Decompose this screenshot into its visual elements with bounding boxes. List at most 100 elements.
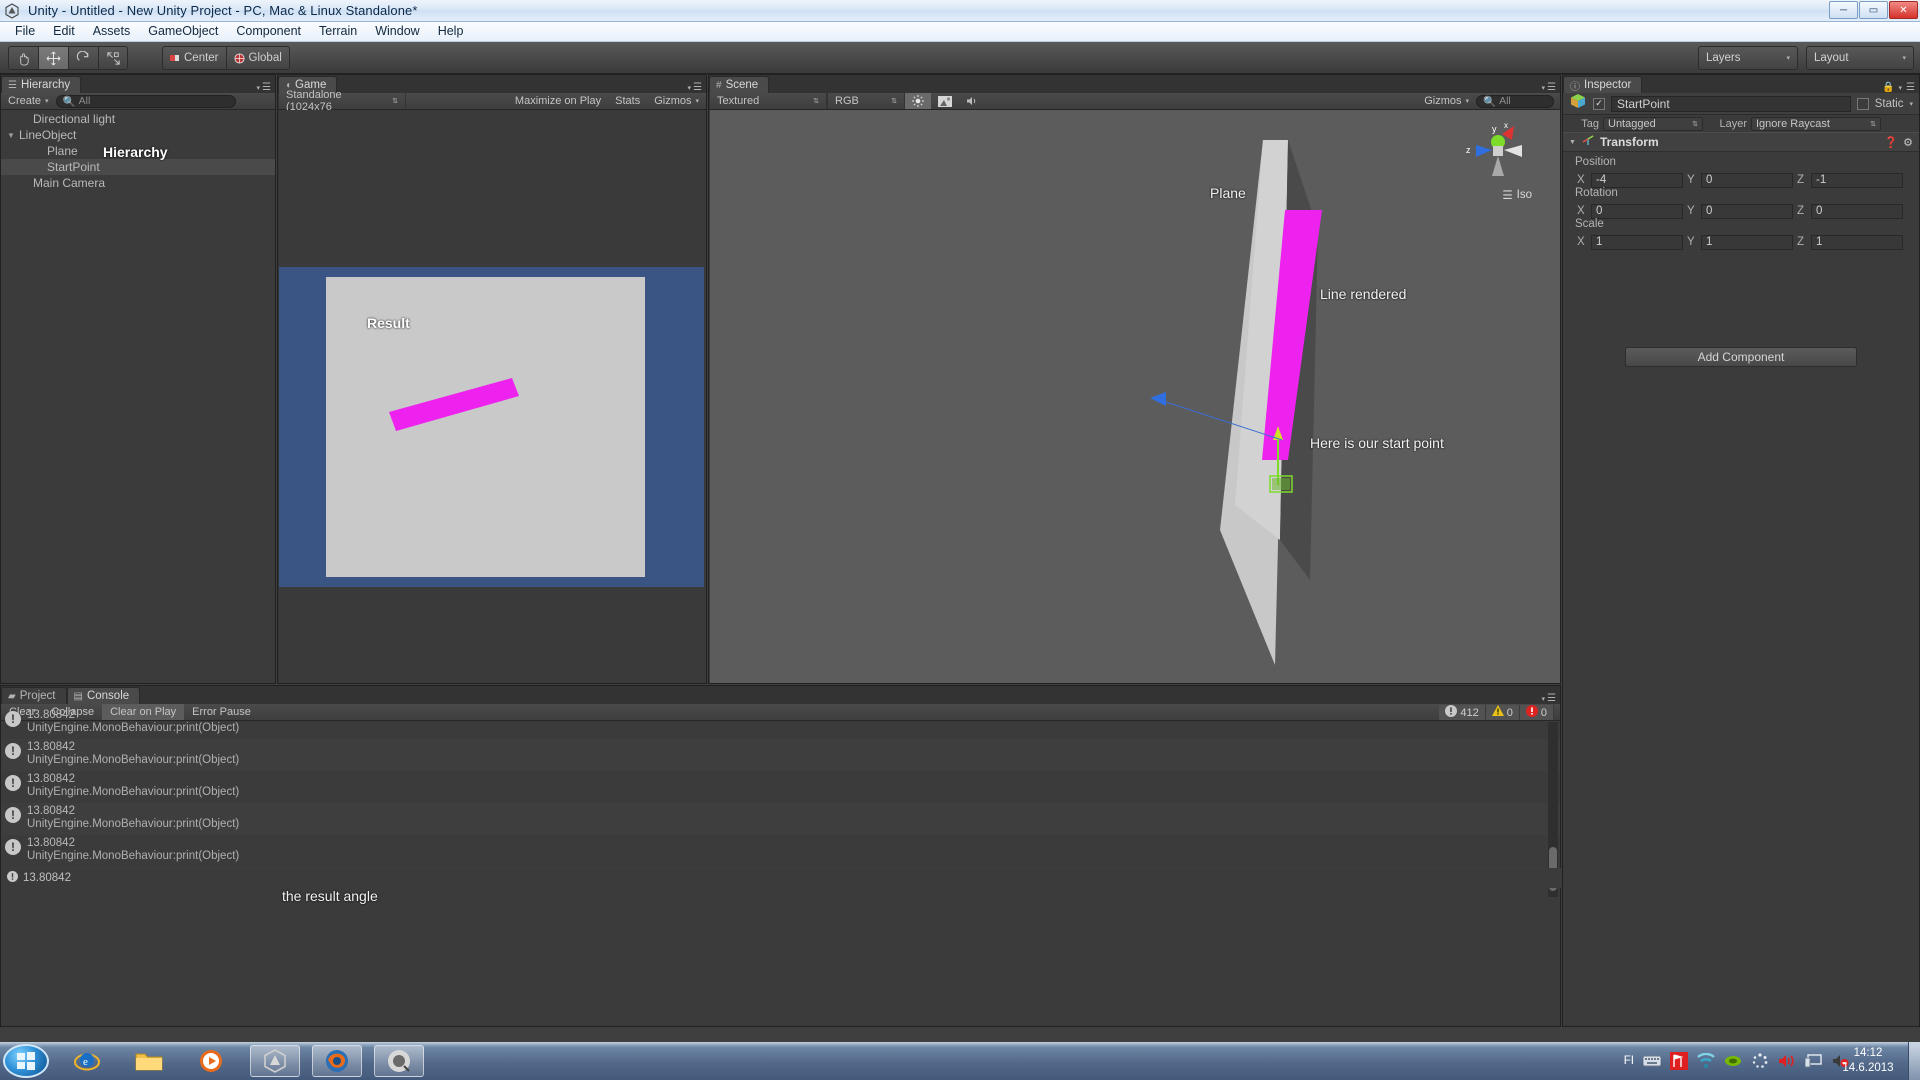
transform-position-x-field[interactable]: -4: [1591, 172, 1683, 188]
menu-item-help[interactable]: Help: [429, 22, 473, 41]
taskbar-firefox-icon[interactable]: [312, 1045, 362, 1077]
menu-item-edit[interactable]: Edit: [44, 22, 84, 41]
scene-axis-gizmo[interactable]: y x z: [1462, 116, 1532, 186]
taskbar-unity-icon[interactable]: [250, 1045, 300, 1077]
minimize-button[interactable]: ─: [1829, 1, 1858, 19]
layers-dropdown[interactable]: Layers ▾: [1698, 46, 1798, 70]
menu-item-component[interactable]: Component: [227, 22, 310, 41]
game-gizmos-label: Gizmos: [654, 95, 692, 107]
chevron-down-icon[interactable]: ▾: [1909, 100, 1913, 108]
scene-search-input[interactable]: 🔍 All: [1476, 94, 1554, 108]
resolution-dropdown[interactable]: Standalone (1024x76 ⇅: [278, 89, 406, 113]
menu-item-assets[interactable]: Assets: [84, 22, 140, 41]
lock-icon[interactable]: 🔒: [1882, 82, 1894, 93]
game-gizmos-dropdown[interactable]: Gizmos ▾: [647, 93, 706, 109]
game-viewport[interactable]: Result: [279, 110, 706, 683]
tab-project[interactable]: ▰ Project: [1, 687, 67, 704]
console-log-row[interactable]: ! 13.80842UnityEngine.MonoBehaviour:print…: [1, 835, 1560, 867]
show-desktop-button[interactable]: [1908, 1042, 1920, 1080]
chevron-down-icon[interactable]: ▼: [1569, 139, 1576, 146]
maximize-button[interactable]: ▭: [1859, 1, 1888, 19]
transform-rotation-x-field[interactable]: 0: [1591, 203, 1683, 219]
scene-gizmos-dropdown[interactable]: Gizmos ▾: [1417, 93, 1476, 109]
hierarchy-menu-button[interactable]: ▾ ☰: [257, 82, 275, 93]
scene-viewport[interactable]: y x z ☰ Iso Plane Line rendered Here is …: [710, 110, 1560, 683]
maximize-on-play-button[interactable]: Maximize on Play: [508, 93, 608, 109]
lighting-toggle-button[interactable]: [905, 93, 931, 109]
tag-dropdown[interactable]: Untagged ⇅: [1603, 116, 1703, 131]
menu-item-file[interactable]: File: [6, 22, 44, 41]
transform-position-y-field[interactable]: 0: [1701, 172, 1793, 188]
hierarchy-item-startpoint[interactable]: StartPoint: [1, 159, 275, 175]
transform-scale-y-field[interactable]: 1: [1701, 234, 1793, 250]
audio-toggle-button[interactable]: [959, 93, 986, 109]
pivot-mode-label: Center: [184, 52, 219, 64]
nvidia-icon[interactable]: [1724, 1052, 1742, 1070]
taskbar-ie-icon[interactable]: e: [62, 1045, 112, 1077]
hierarchy-item-directional-light[interactable]: Directional light: [1, 111, 275, 127]
console-log-list[interactable]: ! 13.80842 UnityEngine.MonoBehaviour:print…: [1, 707, 1560, 883]
flag-red-icon[interactable]: [1670, 1052, 1688, 1070]
transform-title: Transform: [1599, 135, 1659, 149]
tab-hierarchy[interactable]: ☰ Hierarchy: [1, 76, 82, 93]
console-log-row[interactable]: ! 13.80842UnityEngine.MonoBehaviour:print…: [1, 739, 1560, 771]
stats-button[interactable]: Stats: [608, 93, 647, 109]
object-name-field[interactable]: StartPoint: [1611, 95, 1851, 112]
language-indicator[interactable]: FI: [1624, 1055, 1634, 1067]
network-icon[interactable]: [1697, 1052, 1715, 1070]
scale-tool-button[interactable]: [98, 46, 128, 70]
gear-icon[interactable]: ⚙: [1903, 136, 1913, 149]
help-icon[interactable]: ❓: [1884, 136, 1898, 149]
log-stacktrace: UnityEngine.MonoBehaviour:print(Object): [27, 754, 240, 766]
monitor-icon[interactable]: [1805, 1052, 1823, 1070]
console-log-row[interactable]: ! 13.80842UnityEngine.MonoBehaviour:print…: [1, 707, 1560, 739]
fx-toggle-button[interactable]: [931, 93, 959, 109]
layer-dropdown[interactable]: Ignore Raycast ⇅: [1751, 116, 1881, 131]
transform-component-header[interactable]: ▼ Transform ❓ ⚙: [1563, 132, 1919, 152]
taskbar-explorer-icon[interactable]: [124, 1045, 174, 1077]
menu-item-window[interactable]: Window: [366, 22, 428, 41]
transform-scale-x-field[interactable]: 1: [1591, 234, 1683, 250]
pivot-mode-button[interactable]: Center: [162, 46, 226, 70]
foldout-arrow-icon[interactable]: ▼: [7, 131, 19, 140]
console-log-row[interactable]: ! 13.80842UnityEngine.MonoBehaviour:print…: [1, 803, 1560, 835]
create-dropdown[interactable]: Create ▾: [1, 93, 56, 109]
transform-rotation-z-field[interactable]: 0: [1811, 203, 1903, 219]
tab-scene[interactable]: # Scene: [709, 76, 770, 93]
layout-dropdown[interactable]: Layout ▾: [1806, 46, 1914, 70]
add-component-button[interactable]: Add Component: [1625, 347, 1857, 367]
tab-console[interactable]: ▤ Console: [66, 687, 141, 704]
console-log-row[interactable]: ! 13.80842UnityEngine.MonoBehaviour:print…: [1, 771, 1560, 803]
hierarchy-item-lineobject[interactable]: ▼ LineObject: [1, 127, 275, 143]
scene-menu-button[interactable]: ▾ ☰: [1542, 82, 1560, 93]
taskbar-media-player-icon[interactable]: [186, 1045, 236, 1077]
rotate-tool-button[interactable]: [68, 46, 98, 70]
transform-rotation-y-field[interactable]: 0: [1701, 203, 1793, 219]
static-checkbox[interactable]: [1856, 97, 1869, 110]
close-button[interactable]: ✕: [1889, 1, 1918, 19]
taskbar-app-icon[interactable]: [374, 1045, 424, 1077]
render-mode-dropdown[interactable]: RGB ⇅: [827, 93, 905, 109]
volume-icon[interactable]: [1778, 1052, 1796, 1070]
scene-icon: #: [716, 79, 722, 91]
pivot-rotation-button[interactable]: Global: [225, 46, 290, 70]
menu-item-gameobject[interactable]: GameObject: [139, 22, 227, 41]
chevron-down-icon[interactable]: ▾: [1899, 84, 1903, 92]
tab-inspector[interactable]: ⓘ Inspector: [1563, 76, 1643, 93]
hand-tool-button[interactable]: [8, 46, 38, 70]
menu-item-terrain[interactable]: Terrain: [310, 22, 366, 41]
game-menu-button[interactable]: ▾ ☰: [688, 82, 706, 93]
transform-position-z-field[interactable]: -1: [1811, 172, 1903, 188]
hierarchy-item-main-camera[interactable]: Main Camera: [1, 175, 275, 191]
keyboard-icon[interactable]: [1643, 1052, 1661, 1070]
taskbar-clock[interactable]: 14:12 14.6.2013: [1838, 1046, 1898, 1076]
move-tool-button[interactable]: [38, 46, 68, 70]
hamburger-icon[interactable]: ☰: [1906, 82, 1915, 93]
transform-scale-z-field[interactable]: 1: [1811, 234, 1903, 250]
scene-projection-toggle[interactable]: ☰ Iso: [1502, 188, 1532, 202]
hierarchy-search-input[interactable]: 🔍 All: [55, 94, 236, 108]
start-button[interactable]: [3, 1044, 49, 1078]
console-menu-button[interactable]: ▾ ☰: [1542, 693, 1560, 704]
draw-mode-dropdown[interactable]: Textured ⇅: [709, 93, 827, 109]
object-enabled-checkbox[interactable]: ✓: [1593, 97, 1605, 110]
